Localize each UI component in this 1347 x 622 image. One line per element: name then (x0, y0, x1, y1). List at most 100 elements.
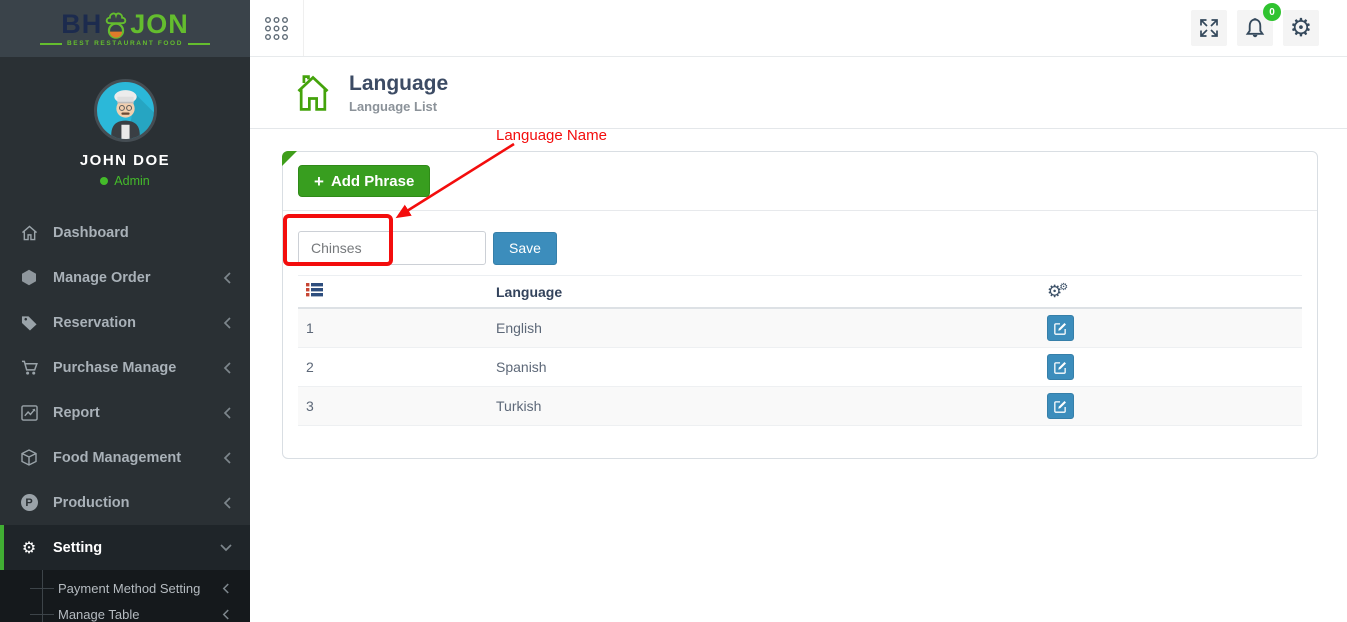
chevron-left-icon (223, 407, 232, 419)
chevron-left-icon (222, 609, 230, 620)
add-language-form: Save (298, 231, 1302, 265)
chevron-left-icon (223, 497, 232, 509)
shopping-cart-icon (18, 360, 40, 376)
list-icon (298, 282, 488, 302)
fullscreen-button[interactable] (1191, 10, 1227, 46)
sidebar-item-label: Report (53, 405, 223, 421)
tagline-rule-left (40, 43, 62, 45)
page-title: Language (349, 72, 448, 96)
sidebar-item-setting[interactable]: ⚙ Setting (0, 525, 250, 570)
language-cell: English (488, 320, 1039, 336)
brand-logo[interactable]: BH JON BEST RESTAURANT FOOD (0, 0, 250, 57)
home-icon (293, 71, 333, 115)
brand-logo-text: BH JON (61, 10, 189, 38)
chevron-left-icon (222, 583, 230, 594)
apps-grid-icon (263, 15, 290, 42)
chart-line-icon (18, 405, 40, 421)
sidebar-item-label: Setting (53, 540, 220, 556)
topbar-actions: 0 ⚙ (250, 0, 1347, 57)
table-row: 3 Turkish (298, 387, 1302, 426)
page-subtitle: Language List (349, 99, 448, 114)
sidebar-item-reservation[interactable]: Reservation (0, 300, 250, 345)
brand-text-right: JON (130, 11, 189, 38)
edit-language-button[interactable] (1047, 354, 1074, 380)
chef-avatar-illustration (97, 82, 154, 139)
notification-count-badge: 0 (1263, 3, 1281, 21)
page-header: Language Language List (250, 57, 1347, 129)
topbar: BH JON BEST RESTAURANT FOOD (0, 0, 1347, 57)
row-number: 3 (298, 398, 488, 414)
chevron-left-icon (223, 362, 232, 374)
content-area: + Add Phrase Save (250, 129, 1347, 622)
chevron-left-icon (223, 272, 232, 284)
fullscreen-expand-icon (1197, 16, 1221, 40)
language-column-header: Language (488, 284, 1039, 300)
sidebar-subitem-payment-method-setting[interactable]: Payment Method Setting (0, 575, 250, 601)
settings-button[interactable]: ⚙ (1283, 10, 1319, 46)
save-button[interactable]: Save (493, 232, 557, 265)
sidebar-item-label: Dashboard (53, 225, 232, 241)
table-row: 2 Spanish (298, 348, 1302, 387)
settings-cogs-icon: ⚙⚙ (1039, 283, 1302, 300)
tagline-rule-right (188, 43, 210, 45)
apps-grid-button[interactable] (250, 0, 304, 56)
sidebar-item-label: Production (53, 495, 223, 511)
main-area: Language Language List + Add Phrase (250, 57, 1347, 622)
chevron-left-icon (223, 452, 232, 464)
row-number: 2 (298, 359, 488, 375)
sidebar: JOHN DOE Admin Dashboard Ma (0, 57, 250, 622)
tag-icon (18, 315, 40, 331)
sidebar-item-report[interactable]: Report (0, 390, 250, 435)
avatar[interactable] (94, 79, 157, 142)
panel-corner-ribbon (282, 151, 297, 166)
language-name-input[interactable] (298, 231, 486, 265)
setting-submenu: Payment Method Setting Manage Table (0, 570, 250, 622)
bell-icon (1242, 15, 1268, 41)
sidebar-item-label: Food Management (53, 450, 223, 466)
sidebar-subitem-manage-table[interactable]: Manage Table (0, 601, 250, 622)
panel-header: + Add Phrase (283, 152, 1317, 211)
row-number: 1 (298, 320, 488, 336)
cube-icon (18, 269, 40, 286)
production-icon: P (18, 494, 40, 511)
brand-tagline-text: BEST RESTAURANT FOOD (67, 40, 183, 47)
language-table: Language ⚙⚙ 1 English (298, 275, 1302, 426)
edit-language-button[interactable] (1047, 315, 1074, 341)
user-profile: JOHN DOE Admin (0, 57, 250, 188)
sidebar-menu: Dashboard Manage Order Reservation (0, 210, 250, 570)
panel-body: Save La (283, 211, 1317, 426)
home-icon (18, 225, 40, 241)
user-role-label: Admin (114, 174, 149, 188)
sidebar-subitem-label: Payment Method Setting (58, 581, 222, 596)
gear-icon: ⚙ (1290, 16, 1312, 41)
sidebar-item-purchase-manage[interactable]: Purchase Manage (0, 345, 250, 390)
edit-language-button[interactable] (1047, 393, 1074, 419)
user-name: JOHN DOE (0, 152, 250, 169)
app-window: BH JON BEST RESTAURANT FOOD (0, 0, 1347, 622)
sidebar-subitem-label: Manage Table (58, 607, 222, 622)
user-role: Admin (0, 174, 250, 188)
online-status-dot (100, 177, 108, 185)
table-header-row: Language ⚙⚙ (298, 275, 1302, 309)
package-box-icon (18, 449, 40, 466)
chef-hat-icon (103, 10, 129, 40)
sidebar-item-dashboard[interactable]: Dashboard (0, 210, 250, 255)
notifications-button[interactable]: 0 (1237, 10, 1273, 46)
brand-text-left: BH (61, 11, 102, 38)
add-phrase-label: Add Phrase (331, 173, 414, 190)
edit-pencil-icon (1054, 400, 1067, 413)
add-phrase-button[interactable]: + Add Phrase (298, 165, 430, 197)
language-cell: Spanish (488, 359, 1039, 375)
sidebar-item-label: Purchase Manage (53, 360, 223, 376)
sidebar-item-production[interactable]: P Production (0, 480, 250, 525)
edit-pencil-icon (1054, 361, 1067, 374)
chevron-left-icon (223, 317, 232, 329)
table-row: 1 English (298, 309, 1302, 348)
edit-pencil-icon (1054, 322, 1067, 335)
tree-line (42, 570, 43, 622)
sidebar-item-manage-order[interactable]: Manage Order (0, 255, 250, 300)
language-panel: + Add Phrase Save (282, 151, 1318, 459)
sidebar-item-food-management[interactable]: Food Management (0, 435, 250, 480)
chevron-down-icon (220, 543, 232, 552)
brand-tagline: BEST RESTAURANT FOOD (40, 40, 210, 47)
